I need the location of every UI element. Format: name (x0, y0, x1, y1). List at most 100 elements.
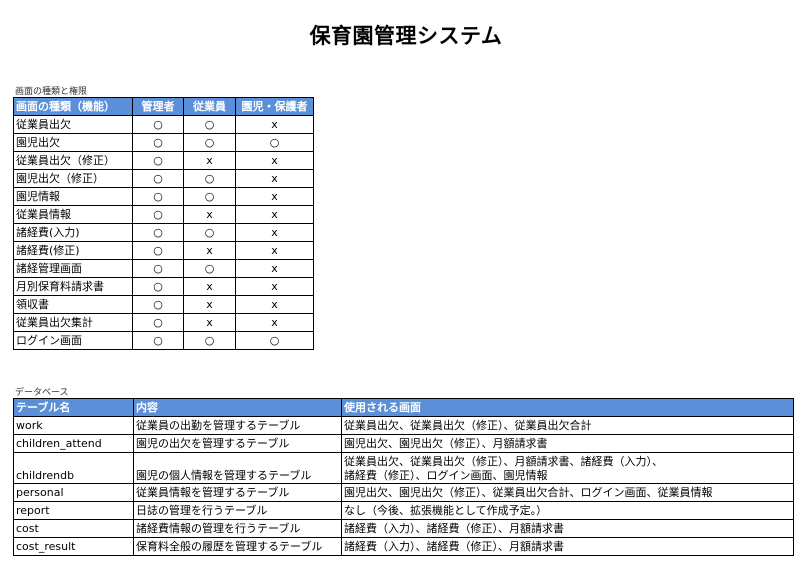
database-row: cost_result 保育料全般の履歴を管理するテーブル 諸経費（入力）、諸経費（… (13, 537, 794, 556)
guardian-permission-cell: x (235, 313, 314, 332)
guardian-permission-cell: x (235, 205, 314, 224)
screen-name-cell: 園児出欠 (13, 133, 133, 152)
guardian-permission-cell: x (235, 223, 314, 242)
database-row: cost 諸経費情報の管理を行うテーブル 諸経費（入力）、諸経費（修正）、月額請求書 (13, 519, 794, 538)
permissions-row: 従業員出欠（修正） ○ x x (13, 151, 314, 170)
database-header-table-name: テーブル名 (13, 398, 134, 417)
screen-name-cell: 園児出欠（修正） (13, 169, 133, 188)
database-row: childrendb 園児の個人情報を管理するテーブル 従業員出欠、従業員出欠（修正… (13, 452, 794, 484)
database-header-screens: 使用される画面 (341, 398, 794, 417)
screen-name-cell: 従業員出欠（修正） (13, 151, 133, 170)
table-name-cell: work (13, 416, 134, 435)
table-content-cell: 園児の個人情報を管理するテーブル (133, 452, 342, 484)
guardian-permission-cell: ○ (235, 331, 314, 350)
permissions-row: 従業員出欠 ○ ○ x (13, 115, 314, 134)
permissions-row: 月別保育料請求書 ○ x x (13, 277, 314, 296)
employee-permission-cell: x (183, 205, 236, 224)
admin-permission-cell: ○ (132, 151, 184, 170)
screen-name-cell: 諸経費(入力) (13, 223, 133, 242)
guardian-permission-cell: x (235, 277, 314, 296)
permissions-row: 園児情報 ○ ○ x (13, 187, 314, 206)
permissions-header-row: 画面の種類（機能） 管理者 従業員 園児・保護者 (13, 97, 314, 116)
table-screens-cell: なし（今後、拡張機能として作成予定。） (341, 501, 794, 520)
table-name-cell: cost_result (13, 537, 134, 556)
table-content-cell: 日誌の管理を行うテーブル (133, 501, 342, 520)
database-row: report 日誌の管理を行うテーブル なし（今後、拡張機能として作成予定。） (13, 501, 794, 520)
guardian-permission-cell: x (235, 241, 314, 260)
employee-permission-cell: x (183, 241, 236, 260)
table-screens-cell: 従業員出欠、従業員出欠（修正）、従業員出欠合計 (341, 416, 794, 435)
screen-name-cell: 従業員出欠 (13, 115, 133, 134)
admin-permission-cell: ○ (132, 295, 184, 314)
database-table: テーブル名 内容 使用される画面 work 従業員の出勤を管理するテーブル 従業員出… (13, 398, 794, 556)
table-name-cell: children_attend (13, 434, 134, 453)
guardian-permission-cell: x (235, 259, 314, 278)
screen-name-cell: 月別保育料請求書 (13, 277, 133, 296)
screen-name-cell: ログイン画面 (13, 331, 133, 350)
screen-name-cell: 領収書 (13, 295, 133, 314)
table-name-cell: cost (13, 519, 134, 538)
table-name-cell: childrendb (13, 452, 134, 484)
permissions-header-employee: 従業員 (183, 97, 236, 116)
screen-name-cell: 従業員出欠集計 (13, 313, 133, 332)
permissions-row: 園児出欠（修正） ○ ○ x (13, 169, 314, 188)
permissions-row: 従業員出欠集計 ○ x x (13, 313, 314, 332)
guardian-permission-cell: x (235, 151, 314, 170)
database-row: personal 従業員情報を管理するテーブル 園児出欠、園児出欠（修正）、従業員出… (13, 483, 794, 502)
permissions-row: 園児出欠 ○ ○ ○ (13, 133, 314, 152)
permissions-header-guardian: 園児・保護者 (235, 97, 314, 116)
guardian-permission-cell: ○ (235, 133, 314, 152)
permissions-table: 画面の種類（機能） 管理者 従業員 園児・保護者 従業員出欠 ○ ○ x 園児出欠 ○ ○ ○… (13, 97, 314, 350)
employee-permission-cell: ○ (183, 169, 236, 188)
permissions-row: 諸経費(入力) ○ ○ x (13, 223, 314, 242)
admin-permission-cell: ○ (132, 169, 184, 188)
permissions-row: ログイン画面 ○ ○ ○ (13, 331, 314, 350)
database-caption: データベース (15, 388, 69, 398)
admin-permission-cell: ○ (132, 187, 184, 206)
employee-permission-cell: ○ (183, 187, 236, 206)
database-header-row: テーブル名 内容 使用される画面 (13, 398, 794, 417)
admin-permission-cell: ○ (132, 205, 184, 224)
table-content-cell: 保育料全般の履歴を管理するテーブル (133, 537, 342, 556)
permissions-row: 従業員情報 ○ x x (13, 205, 314, 224)
admin-permission-cell: ○ (132, 313, 184, 332)
admin-permission-cell: ○ (132, 115, 184, 134)
table-content-cell: 諸経費情報の管理を行うテーブル (133, 519, 342, 538)
table-screens-cell: 園児出欠、園児出欠（修正）、従業員出欠合計、ログイン画面、従業員情報 (341, 483, 794, 502)
guardian-permission-cell: x (235, 187, 314, 206)
screen-name-cell: 従業員情報 (13, 205, 133, 224)
permissions-header-admin: 管理者 (132, 97, 184, 116)
table-name-cell: report (13, 501, 134, 520)
table-screens-cell: 園児出欠、園児出欠（修正）、月額請求書 (341, 434, 794, 453)
admin-permission-cell: ○ (132, 277, 184, 296)
admin-permission-cell: ○ (132, 223, 184, 242)
database-header-content: 内容 (133, 398, 342, 417)
guardian-permission-cell: x (235, 115, 314, 134)
employee-permission-cell: ○ (183, 115, 236, 134)
admin-permission-cell: ○ (132, 241, 184, 260)
database-row: children_attend 園児の出欠を管理するテーブル 園児出欠、園児出欠（修… (13, 434, 794, 453)
permissions-header-screen: 画面の種類（機能） (13, 97, 133, 116)
screen-name-cell: 諸経費(修正) (13, 241, 133, 260)
employee-permission-cell: ○ (183, 133, 236, 152)
admin-permission-cell: ○ (132, 259, 184, 278)
table-content-cell: 従業員情報を管理するテーブル (133, 483, 342, 502)
page-title: 保育園管理システム (309, 24, 503, 48)
table-screens-cell: 諸経費（入力）、諸経費（修正）、月額請求書 (341, 519, 794, 538)
employee-permission-cell: ○ (183, 331, 236, 350)
employee-permission-cell: ○ (183, 259, 236, 278)
database-row: work 従業員の出勤を管理するテーブル 従業員出欠、従業員出欠（修正）、従業員出欠… (13, 416, 794, 435)
permissions-row: 諸経管理画面 ○ ○ x (13, 259, 314, 278)
admin-permission-cell: ○ (132, 133, 184, 152)
screen-name-cell: 諸経管理画面 (13, 259, 133, 278)
employee-permission-cell: x (183, 313, 236, 332)
admin-permission-cell: ○ (132, 331, 184, 350)
table-screens-cell: 諸経費（入力）、諸経費（修正）、月額請求書 (341, 537, 794, 556)
permissions-caption: 画面の種類と権限 (15, 87, 88, 97)
table-content-cell: 従業員の出勤を管理するテーブル (133, 416, 342, 435)
table-name-cell: personal (13, 483, 134, 502)
employee-permission-cell: x (183, 151, 236, 170)
table-screens-cell: 従業員出欠、従業員出欠（修正）、月額請求書、諸経費（入力）、 諸経費（修正）、ログ… (341, 452, 794, 484)
guardian-permission-cell: x (235, 169, 314, 188)
employee-permission-cell: x (183, 277, 236, 296)
